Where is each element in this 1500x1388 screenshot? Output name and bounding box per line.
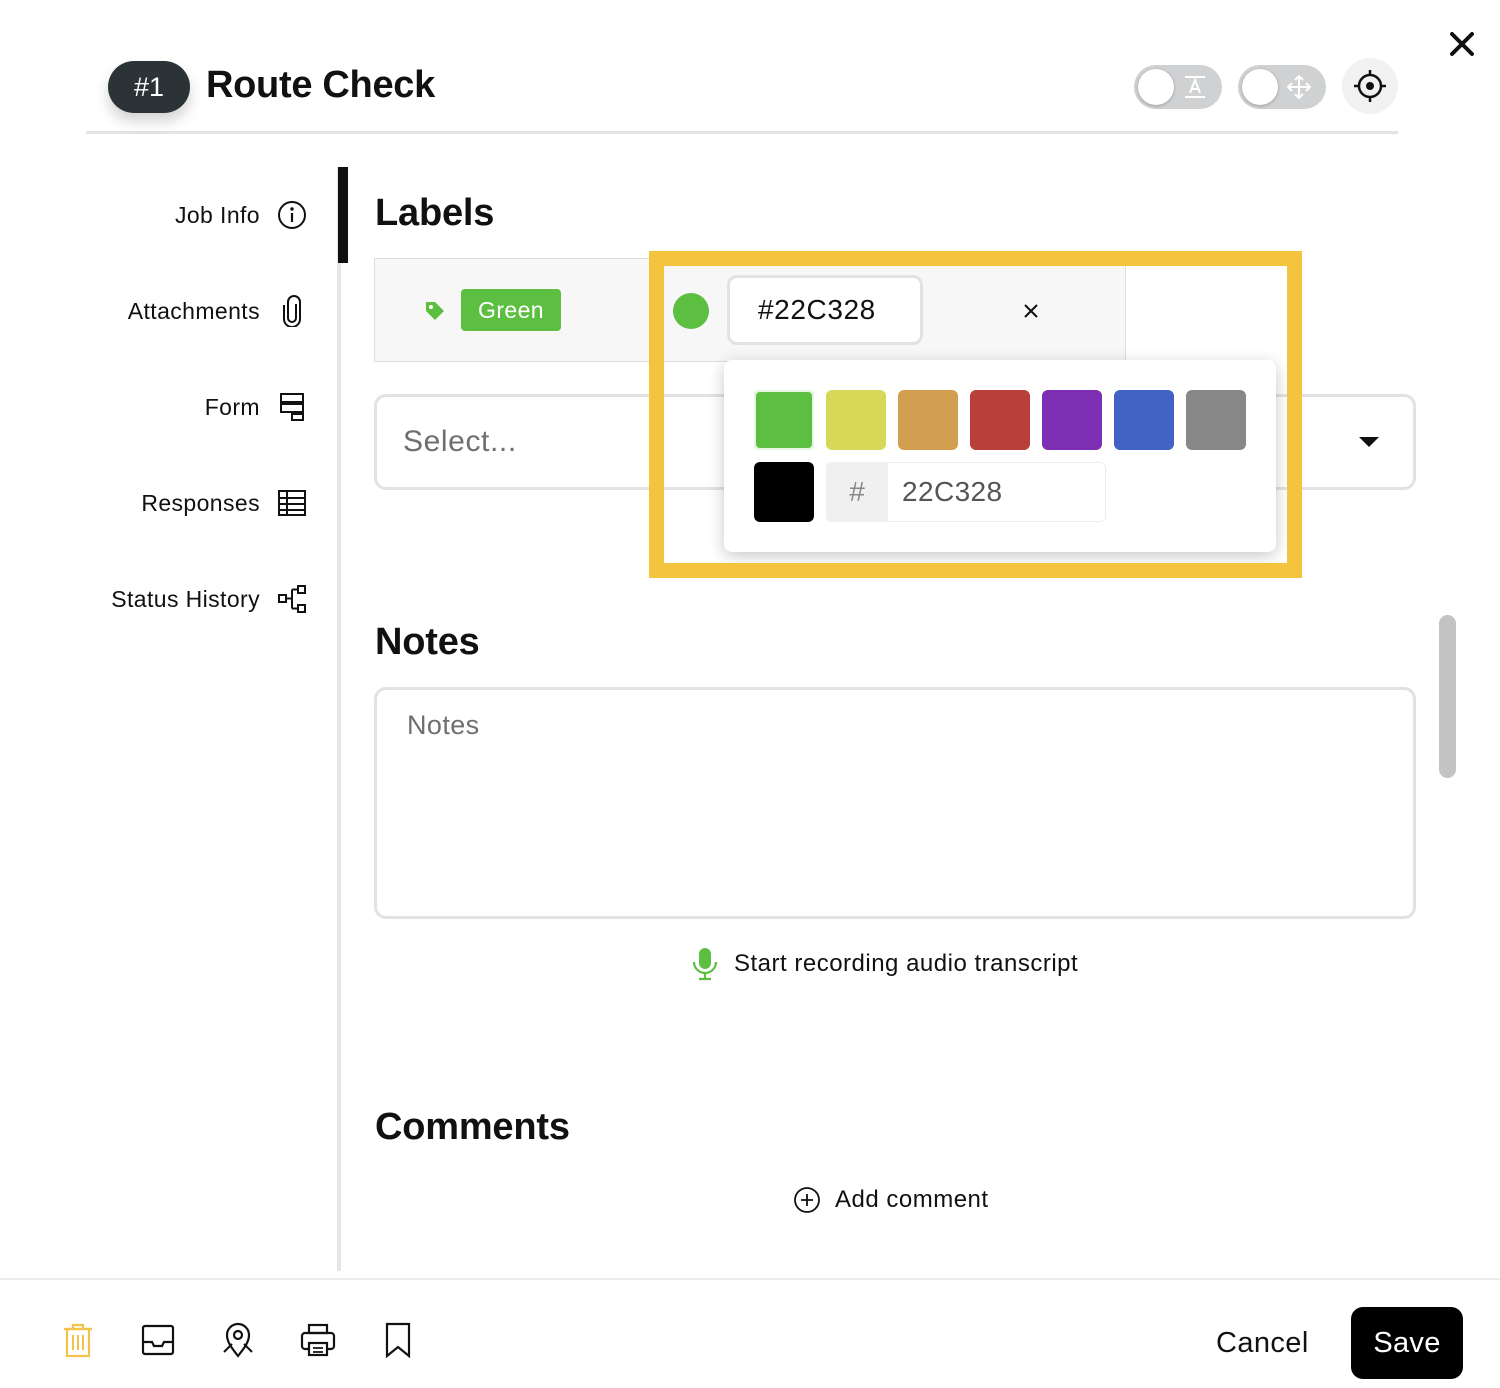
- start-recording-button[interactable]: Start recording audio transcript: [692, 946, 1078, 982]
- nav-item-form[interactable]: Form: [205, 387, 308, 427]
- tag-icon: [426, 302, 444, 320]
- labels-heading: Labels: [375, 192, 495, 234]
- text-label-icon: [1185, 76, 1205, 98]
- color-swatch[interactable]: [754, 462, 814, 522]
- page-title: Route Check: [206, 64, 435, 106]
- color-swatch[interactable]: [1042, 390, 1102, 450]
- bookmark-icon[interactable]: [378, 1320, 418, 1360]
- select-placeholder: Select...: [403, 425, 517, 458]
- color-preview-dot[interactable]: [673, 293, 709, 329]
- nav-label: Attachments: [127, 297, 260, 324]
- color-swatch[interactable]: [970, 390, 1030, 450]
- color-swatch[interactable]: [754, 390, 814, 450]
- info-icon: [276, 199, 308, 231]
- label-chip[interactable]: Green: [461, 289, 561, 331]
- inbox-icon[interactable]: [138, 1320, 178, 1360]
- form-icon: [276, 391, 308, 423]
- job-number-badge: #1: [108, 61, 190, 113]
- nav-label: Responses: [141, 489, 260, 516]
- paperclip-icon: [276, 295, 308, 327]
- side-navigation: Job Info Attachments Form Responses Stat…: [0, 167, 348, 1277]
- color-swatch[interactable]: [1114, 390, 1174, 450]
- chevron-down-icon: [1359, 437, 1379, 447]
- plus-circle-icon: [794, 1187, 820, 1213]
- label-color-hex-input[interactable]: [727, 275, 923, 345]
- nav-label: Form: [204, 393, 260, 420]
- toggle-knob: [1138, 69, 1174, 105]
- table-icon: [276, 487, 308, 519]
- move-toggle[interactable]: [1238, 65, 1326, 109]
- text-toggle[interactable]: [1134, 65, 1222, 109]
- record-label: Start recording audio transcript: [734, 950, 1079, 977]
- printer-icon[interactable]: [298, 1320, 338, 1360]
- modal-footer: Cancel Save: [0, 1278, 1500, 1388]
- cancel-button[interactable]: Cancel: [1200, 1318, 1325, 1368]
- remove-label-icon[interactable]: [1017, 297, 1045, 325]
- notes-textarea[interactable]: [374, 687, 1416, 919]
- active-nav-indicator: [338, 167, 348, 263]
- add-comment-button[interactable]: Add comment: [793, 1182, 989, 1218]
- nav-divider: [337, 167, 341, 1271]
- color-swatch[interactable]: [826, 390, 886, 450]
- add-comment-label: Add comment: [835, 1186, 989, 1213]
- nav-item-responses[interactable]: Responses: [141, 483, 308, 523]
- close-icon[interactable]: [1446, 28, 1478, 60]
- nav-label: Status History: [111, 585, 260, 612]
- toggle-knob: [1242, 69, 1278, 105]
- comments-heading: Comments: [375, 1106, 570, 1148]
- label-edit-row: Green: [374, 258, 1126, 362]
- notes-heading: Notes: [375, 621, 480, 663]
- move-arrows-icon: [1286, 74, 1312, 100]
- map-pin-icon[interactable]: [218, 1320, 258, 1360]
- save-button[interactable]: Save: [1351, 1307, 1463, 1379]
- color-picker-popover: #: [724, 360, 1276, 552]
- hash-prefix: #: [826, 462, 888, 522]
- status-history-icon: [276, 583, 308, 615]
- trash-icon[interactable]: [58, 1320, 98, 1360]
- scrollbar-thumb[interactable]: [1439, 615, 1456, 778]
- nav-item-status-history[interactable]: Status History: [111, 579, 308, 619]
- crosshair-target-icon: [1354, 70, 1386, 102]
- nav-item-attachments[interactable]: Attachments: [128, 291, 308, 331]
- picker-hex-input[interactable]: [888, 462, 1106, 522]
- color-swatch[interactable]: [1186, 390, 1246, 450]
- locate-button[interactable]: [1342, 58, 1398, 114]
- color-swatch[interactable]: [898, 390, 958, 450]
- microphone-icon: [692, 948, 718, 981]
- nav-item-job-info[interactable]: Job Info: [175, 195, 308, 235]
- nav-label: Job Info: [174, 201, 260, 228]
- modal-header: #1 Route Check: [86, 40, 1398, 134]
